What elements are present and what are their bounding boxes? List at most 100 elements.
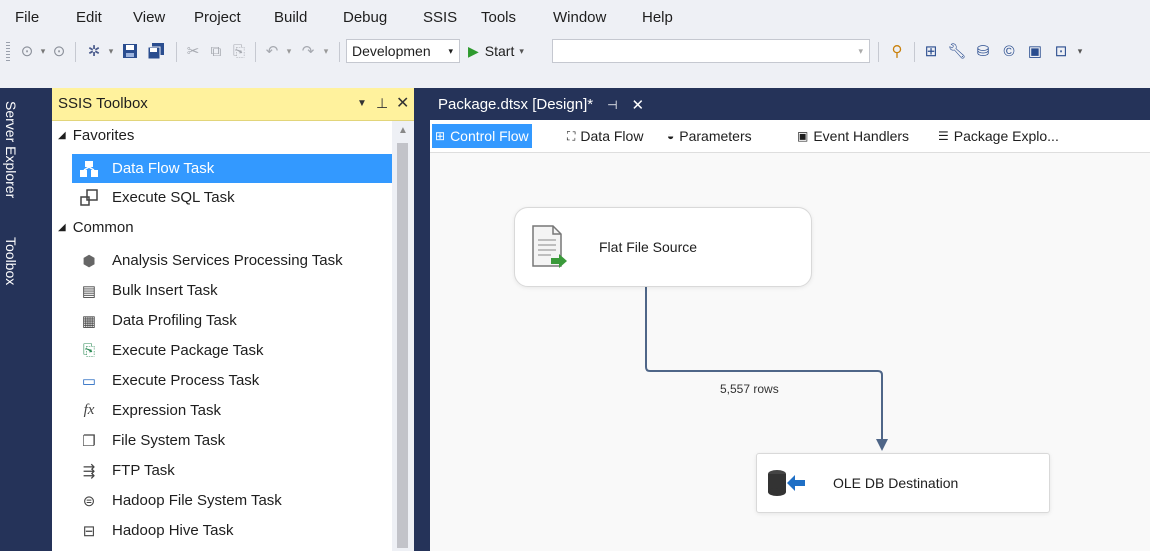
menu-tools[interactable]: Tools [481,9,516,26]
toolbar-separator [878,42,879,62]
scroll-up-arrow-icon[interactable]: ▲ [398,125,408,136]
menu-help[interactable]: Help [642,9,673,26]
item-label: Analysis Services Processing Task [112,252,343,269]
solution-platform-dropdown[interactable]: ▾ [552,39,870,63]
row-count-label: 5,557 rows [720,382,779,396]
new-project-icon[interactable]: ✲ [84,40,104,62]
toolbox-tab[interactable]: Toolbox [0,226,22,296]
close-icon[interactable]: ✕ [396,93,409,113]
scrollbar-thumb[interactable] [397,143,408,548]
toolbox-item-execute-sql-task[interactable]: Execute SQL Task [72,183,392,212]
design-surface[interactable]: Flat File Source 5,557 rows OLE DB Desti… [430,153,1150,551]
common-group[interactable]: ◢ Common [58,219,134,236]
toolbox-icon[interactable]: ⛁ [972,40,994,62]
toolbox-item-data-flow-task[interactable]: Data Flow Task [72,154,392,183]
chevron-down-icon: ▾ [519,45,524,56]
redo-icon[interactable]: ↷ [298,40,318,62]
collapse-triangle-icon: ◢ [58,130,66,141]
cut-icon[interactable]: ✂ [183,40,203,62]
undo-icon[interactable]: ↶ [262,40,282,62]
tab-label: Parameters [679,128,752,144]
chevron-down-icon: ▾ [858,46,863,56]
toolbox-item-execute-process-task[interactable]: ▭ Execute Process Task [72,366,392,395]
toolbox-item-execute-package-task[interactable]: ⎘ Execute Package Task [72,336,392,365]
chevron-down-icon[interactable]: ▾ [283,40,295,62]
favorites-group[interactable]: ◢ Favorites [58,127,134,144]
tab-label: Package Explo... [953,128,1059,144]
execute-process-icon: ▭ [81,372,97,390]
wrench-icon[interactable]: 🔧︎ [946,40,968,62]
item-label: Data Profiling Task [112,312,237,329]
data-flow-icon: ⛶ [567,128,576,143]
data-profiling-icon: ▦ [81,312,97,330]
tab-event-handlers[interactable]: ▣ Event Handlers [794,124,912,148]
item-label: Hadoop Hive Task [112,522,234,539]
chevron-down-icon[interactable]: ▾ [37,40,49,62]
flat-file-source-component[interactable]: Flat File Source [514,207,812,287]
copy-icon[interactable]: ⧉ [206,40,226,62]
toolbox-item-hadoop-hive-task[interactable]: ⊟ Hadoop Hive Task [72,516,392,545]
tab-label: Data Flow [580,128,644,144]
menu-window[interactable]: Window [553,9,606,26]
toolbar-separator [176,42,177,62]
solution-configuration-dropdown[interactable]: Developmen ▾ [346,39,460,63]
toolbar-grip[interactable] [6,42,10,62]
toolbar-separator [75,42,76,62]
toolbox-item-data-profiling-task[interactable]: ▦ Data Profiling Task [72,306,392,335]
tab-parameters[interactable]: ◒ Parameters [664,124,755,148]
toolbox-item-bulk-insert-task[interactable]: ▤ Bulk Insert Task [72,276,392,305]
save-icon[interactable] [120,40,140,62]
toolbox-item-hadoop-file-system-task[interactable]: ⊜ Hadoop File System Task [72,486,392,515]
component-label: OLE DB Destination [833,475,959,491]
variables-icon[interactable]: ⊞ [920,40,942,62]
chevron-down-icon[interactable]: ▾ [105,40,117,62]
data-flow-task-icon [78,159,100,179]
back-icon[interactable]: ⊙ [18,40,36,62]
item-label: File System Task [112,432,226,449]
window-frame [22,88,52,551]
toolbox-item-file-system-task[interactable]: ❐ File System Task [72,426,392,455]
toolbox-scrollbar[interactable]: ▲ [392,121,414,551]
tab-control-flow[interactable]: ⊞ Control Flow [432,124,532,148]
tab-label: Control Flow [450,128,529,144]
tab-data-flow[interactable]: ⛶ Data Flow [564,124,646,148]
menu-file[interactable]: File [15,9,39,26]
forward-icon[interactable]: ⊙ [50,40,68,62]
ssis-toolbox-panel: SSIS Toolbox ▼ ⊥ ✕ ◢ Favorites Data Flow… [52,88,415,551]
find-in-files-icon[interactable]: ⚲ [886,40,908,62]
toolbox-item-expression-task[interactable]: fx Expression Task [72,396,392,425]
close-tab-icon[interactable]: ✕ [632,96,645,114]
pin-tab-icon[interactable]: ⊣ [607,98,617,112]
hadoop-file-system-icon: ⊜ [82,492,96,510]
pin-icon[interactable]: ⊥ [376,95,388,112]
start-button[interactable]: ▶ Start ▾ [468,40,548,62]
chevron-down-icon[interactable]: ▾ [1074,40,1086,62]
tab-package-explorer[interactable]: ☰ Package Explo... [935,124,1062,148]
toolbox-item-analysis-services-processing-task[interactable]: ⬢ Analysis Services Processing Task [72,246,392,275]
group-label: Common [72,219,134,236]
menu-build[interactable]: Build [274,9,307,26]
chevron-down-icon[interactable]: ▾ [320,40,332,62]
tab-label: Event Handlers [813,128,910,144]
cube-icon: ⬢ [82,252,96,270]
ole-db-destination-component[interactable]: OLE DB Destination [756,453,1050,513]
menu-edit[interactable]: Edit [76,9,102,26]
properties-icon[interactable]: © [998,40,1020,62]
console-icon[interactable]: ⊡ [1050,40,1072,62]
item-label: Hadoop File System Task [112,492,282,509]
flat-file-icon [529,224,569,270]
menu-view[interactable]: View [133,9,165,26]
menu-ssis[interactable]: SSIS [423,9,457,26]
menu-debug[interactable]: Debug [343,9,387,26]
document-tab-package[interactable]: Package.dtsx [Design]* ⊣ ✕ [432,91,651,118]
toolbox-item-ftp-task[interactable]: ⇶ FTP Task [72,456,392,485]
hadoop-hive-icon: ⊟ [82,522,96,540]
paste-icon[interactable]: ⎘ [229,40,249,62]
server-explorer-tab[interactable]: Server Explorer [0,88,22,212]
window-position-dropdown-icon[interactable]: ▼ [357,98,367,109]
ssis-packages-icon[interactable]: ▣ [1024,40,1046,62]
chevron-down-icon: ▾ [448,46,453,56]
menu-project[interactable]: Project [194,9,241,26]
save-all-icon[interactable] [145,40,167,62]
package-explorer-icon: ☰ [938,129,949,143]
